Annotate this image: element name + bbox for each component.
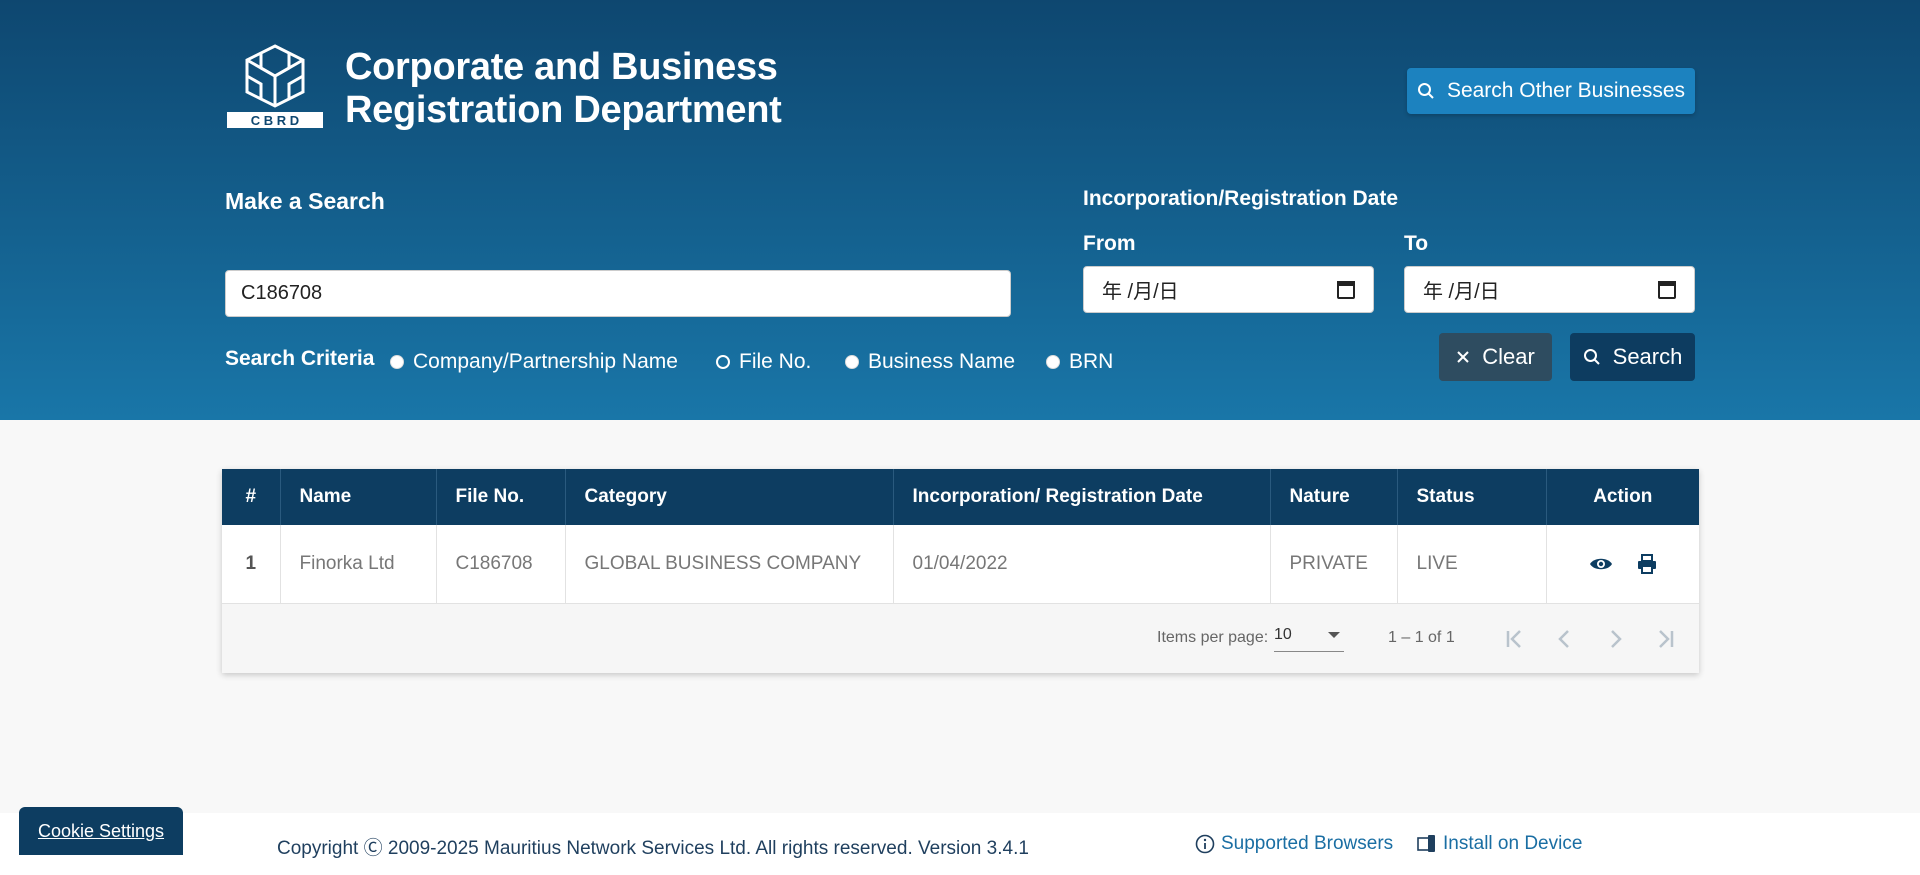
radio-brn[interactable]: BRN bbox=[1046, 350, 1113, 374]
results-table: # Name File No. Category Incorporation/ … bbox=[222, 469, 1699, 604]
first-page-icon[interactable] bbox=[1500, 624, 1530, 654]
previous-page-icon[interactable] bbox=[1550, 624, 1580, 654]
search-input[interactable] bbox=[225, 270, 1011, 317]
install-on-device-link[interactable]: Install on Device bbox=[1417, 833, 1582, 855]
to-date-input[interactable]: 年 /月/日 bbox=[1404, 266, 1695, 313]
footer: Copyright Ⓒ 2009-2025 Mauritius Network … bbox=[0, 813, 1920, 875]
cell-status: LIVE bbox=[1397, 525, 1547, 604]
supported-browsers-link[interactable]: Supported Browsers bbox=[1195, 833, 1393, 855]
calendar-icon[interactable] bbox=[1658, 280, 1676, 299]
results-table-card: # Name File No. Category Incorporation/ … bbox=[222, 469, 1699, 673]
radio-button[interactable] bbox=[390, 355, 404, 369]
from-date-input[interactable]: 年 /月/日 bbox=[1083, 266, 1374, 313]
cell-file-no: C186708 bbox=[436, 525, 566, 604]
radio-company-name[interactable]: Company/Partnership Name bbox=[390, 350, 678, 374]
table-row: 1 Finorka Ltd C186708 GLOBAL BUSINESS CO… bbox=[222, 525, 1699, 604]
chevron-down-icon bbox=[1328, 632, 1340, 638]
radio-file-no[interactable]: File No. bbox=[716, 350, 811, 374]
next-page-icon[interactable] bbox=[1600, 624, 1630, 654]
search-icon bbox=[1583, 349, 1600, 365]
to-label: To bbox=[1404, 232, 1429, 255]
header-banner: C B R D Corporate and Business Registrat… bbox=[0, 0, 1920, 420]
radio-button[interactable] bbox=[1046, 355, 1060, 369]
device-icon bbox=[1417, 835, 1435, 852]
radio-button[interactable] bbox=[845, 355, 859, 369]
search-button[interactable]: Search bbox=[1570, 333, 1695, 381]
column-header-name[interactable]: Name bbox=[280, 469, 437, 525]
column-header-date[interactable]: Incorporation/ Registration Date bbox=[893, 469, 1271, 525]
from-label: From bbox=[1083, 232, 1136, 255]
page-range-label: 1 – 1 of 1 bbox=[1388, 629, 1455, 646]
column-header-status[interactable]: Status bbox=[1397, 469, 1547, 525]
cell-date: 01/04/2022 bbox=[893, 525, 1271, 604]
close-icon bbox=[1457, 351, 1469, 363]
table-header-row: # Name File No. Category Incorporation/ … bbox=[222, 469, 1699, 525]
info-icon bbox=[1195, 834, 1215, 854]
column-header-action: Action bbox=[1546, 469, 1699, 525]
page-title: Corporate and Business Registration Depa… bbox=[345, 46, 782, 131]
cell-nature: PRIVATE bbox=[1270, 525, 1398, 604]
eye-icon[interactable] bbox=[1589, 556, 1613, 572]
cbrd-logo: C B R D bbox=[227, 44, 323, 128]
copyright-text: Copyright Ⓒ 2009-2025 Mauritius Network … bbox=[277, 838, 1029, 859]
cell-category: GLOBAL BUSINESS COMPANY bbox=[565, 525, 894, 604]
items-per-page-label: Items per page: bbox=[1157, 629, 1269, 646]
items-per-page-select[interactable]: 10 bbox=[1274, 626, 1344, 652]
clear-button[interactable]: Clear bbox=[1439, 333, 1552, 381]
radio-business-name[interactable]: Business Name bbox=[845, 350, 1015, 374]
registration-date-label: Incorporation/Registration Date bbox=[1083, 187, 1399, 210]
column-header-number[interactable]: # bbox=[222, 469, 281, 525]
search-criteria-label: Search Criteria bbox=[225, 347, 375, 370]
make-search-label: Make a Search bbox=[225, 188, 385, 214]
logo-text: C B R D bbox=[251, 113, 299, 128]
search-other-businesses-button[interactable]: Search Other Businesses bbox=[1407, 68, 1695, 114]
search-icon bbox=[1417, 83, 1434, 99]
cell-action bbox=[1546, 525, 1699, 604]
cookie-settings-button[interactable]: Cookie Settings bbox=[19, 807, 183, 855]
last-page-icon[interactable] bbox=[1650, 624, 1680, 654]
print-icon[interactable] bbox=[1637, 553, 1657, 574]
radio-button[interactable] bbox=[716, 355, 730, 369]
column-header-nature[interactable]: Nature bbox=[1270, 469, 1398, 525]
cell-name: Finorka Ltd bbox=[280, 525, 437, 604]
paginator: Items per page: 10 1 – 1 of 1 bbox=[222, 604, 1699, 673]
row-number: 1 bbox=[222, 525, 281, 604]
column-header-category[interactable]: Category bbox=[565, 469, 894, 525]
column-header-file-no[interactable]: File No. bbox=[436, 469, 566, 525]
calendar-icon[interactable] bbox=[1337, 280, 1355, 299]
